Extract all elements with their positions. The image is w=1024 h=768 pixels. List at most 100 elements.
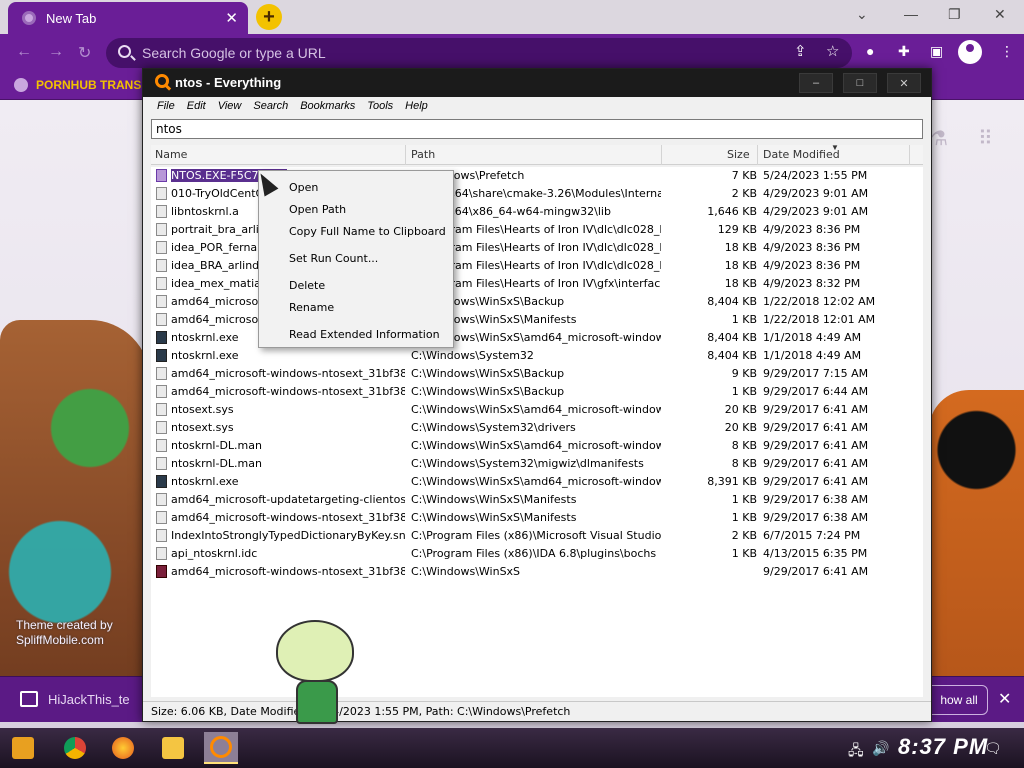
column-name[interactable]: Name	[155, 148, 187, 161]
minimize-icon[interactable]: —	[904, 6, 918, 22]
column-size[interactable]: Size	[727, 148, 750, 161]
extensions-puzzle-icon[interactable]: ✚	[898, 43, 910, 60]
ctx-open-path[interactable]: Open Path	[289, 203, 346, 216]
reload-icon[interactable]: ↻	[78, 43, 91, 63]
notifications-icon[interactable]: 🗨	[984, 740, 1002, 757]
taskbar-chrome[interactable]	[58, 732, 92, 764]
minimize-button[interactable]: –	[799, 73, 833, 93]
menu-edit[interactable]: Edit	[181, 97, 212, 117]
cell-name: amd64_microsoft-windows-ntosext_31bf3856…	[171, 367, 405, 380]
table-row[interactable]: ntoskrnl.exe C:\Windows\System32 8,404 KB 1…	[151, 347, 923, 365]
cell-name: ntosext.sys	[171, 421, 234, 434]
close-button[interactable]: ✕	[887, 73, 921, 93]
table-row[interactable]: amd64_microsoft-windows-ntosext_31bf3856…	[151, 365, 923, 383]
cell-name: IndexIntoStronglyTypedDictionaryByKey.sn…	[171, 529, 405, 542]
start-button[interactable]	[6, 732, 40, 764]
menu-help[interactable]: Help	[399, 97, 434, 117]
taskbar-firefox[interactable]	[106, 732, 140, 764]
table-row[interactable]: ntoskrnl-DL.man C:\Windows\System32\migwi…	[151, 455, 923, 473]
table-row[interactable]: ntosext.sys C:\Windows\System32\drivers 20…	[151, 419, 923, 437]
cell-date: 4/9/2023 8:36 PM	[763, 223, 861, 236]
menu-view[interactable]: View	[212, 97, 248, 117]
menu-file[interactable]: File	[151, 97, 181, 117]
show-all-button[interactable]: how all	[924, 685, 988, 715]
column-divider[interactable]	[909, 145, 910, 165]
ctx-read-extended-info[interactable]: Read Extended Information	[289, 328, 440, 341]
search-input[interactable]: ntos	[151, 119, 923, 139]
bookmark-item[interactable]: PORNHUB TRANS	[14, 78, 141, 92]
column-divider[interactable]	[405, 145, 406, 165]
restore-icon[interactable]: ❐	[948, 6, 961, 23]
file-icon	[156, 205, 167, 218]
ctx-delete[interactable]: Delete	[289, 279, 325, 292]
ctx-copy-full-name[interactable]: Copy Full Name to Clipboard	[289, 225, 446, 238]
taskbar-everything[interactable]	[204, 732, 238, 764]
tab-new-tab[interactable]: New Tab ✕	[8, 2, 248, 34]
ctx-rename[interactable]: Rename	[289, 301, 334, 314]
close-tab-icon[interactable]: ✕	[225, 9, 238, 27]
cell-date: 4/9/2023 8:32 PM	[763, 277, 861, 290]
column-divider[interactable]	[757, 145, 758, 165]
taskbar-clock[interactable]: 8:37 PM	[898, 734, 988, 760]
file-icon	[156, 169, 167, 182]
column-date[interactable]: Date Modified	[763, 148, 840, 161]
theme-credit[interactable]: Theme created by SpliffMobile.com	[16, 618, 113, 648]
bookmark-star-icon[interactable]: ☆	[826, 42, 839, 60]
profile-avatar[interactable]	[958, 40, 982, 64]
menu-bar: File Edit View Search Bookmarks Tools He…	[143, 97, 931, 117]
table-row[interactable]: ntoskrnl-DL.man C:\Windows\WinSxS\amd64_m…	[151, 437, 923, 455]
cell-path: C:\Windows\WinSxS\amd64_microsoft-window…	[411, 439, 661, 452]
ctx-set-run-count[interactable]: Set Run Count...	[289, 252, 378, 265]
table-row[interactable]: ntoskrnl.exe C:\Windows\WinSxS\amd64_micr…	[151, 473, 923, 491]
tab-title: New Tab	[46, 10, 97, 26]
cell-path: C:\Program Files (x86)\IDA 6.8\plugins\b…	[411, 547, 657, 560]
extension-avatar-icon[interactable]: ●	[866, 43, 874, 59]
table-row[interactable]: amd64_microsoft-windows-ntosext_31bf3856…	[151, 509, 923, 527]
back-icon[interactable]: ←	[16, 43, 32, 61]
theme-artwork-right	[929, 390, 1024, 690]
menu-tools[interactable]: Tools	[361, 97, 399, 117]
table-row[interactable]: api_ntoskrnl.idc C:\Program Files (x86)\I…	[151, 545, 923, 563]
table-row[interactable]: amd64_microsoft-windows-ntosext_31bf3856…	[151, 563, 923, 581]
window-titlebar[interactable]: ntos - Everything – □ ✕	[143, 69, 931, 97]
cell-date: 6/7/2015 7:24 PM	[763, 529, 861, 542]
cell-date: 9/29/2017 6:41 AM	[763, 565, 869, 578]
cell-date: 9/29/2017 6:44 AM	[763, 385, 869, 398]
window-title: ntos - Everything	[175, 75, 282, 90]
table-row[interactable]: IndexIntoStronglyTypedDictionaryByKey.sn…	[151, 527, 923, 545]
side-panel-icon[interactable]: ▣	[930, 43, 943, 60]
cell-size: 20 KB	[724, 421, 757, 434]
network-icon[interactable]: 🖧	[848, 740, 864, 764]
forward-icon[interactable]: →	[48, 43, 64, 61]
menu-dots-icon[interactable]: ⋮	[1000, 43, 1014, 60]
tab-search-icon[interactable]: ⌄	[856, 6, 868, 23]
column-divider[interactable]	[661, 145, 662, 165]
table-row[interactable]: ntosext.sys C:\Windows\WinSxS\amd64_micro…	[151, 401, 923, 419]
taskbar-explorer[interactable]	[156, 732, 190, 764]
everything-app-icon	[155, 74, 169, 88]
download-item-name[interactable]: HiJackThis_te	[48, 692, 130, 707]
table-row[interactable]: amd64_microsoft-updatetargeting-clientos…	[151, 491, 923, 509]
cell-size: 18 KB	[724, 241, 757, 254]
labs-flask-icon[interactable]: ⚗	[930, 126, 948, 151]
cell-date: 4/29/2023 9:01 AM	[763, 205, 869, 218]
cell-date: 9/29/2017 6:38 AM	[763, 493, 869, 506]
address-bar[interactable]: Search Google or type a URL	[106, 38, 852, 68]
file-icon	[156, 493, 167, 506]
volume-icon[interactable]: 🔊	[872, 740, 889, 757]
cell-date: 5/24/2023 1:55 PM	[763, 169, 868, 182]
share-icon[interactable]: ⇪	[794, 42, 807, 60]
column-path[interactable]: Path	[411, 148, 435, 161]
new-tab-button[interactable]: +	[256, 4, 282, 30]
menu-search[interactable]: Search	[247, 97, 294, 117]
close-bar-icon[interactable]: ✕	[998, 689, 1011, 709]
apps-grid-icon[interactable]: ⠿	[978, 126, 993, 151]
maximize-button[interactable]: □	[843, 73, 877, 93]
cell-name: amd64_microsoft-windows-ntosext_31bf3856…	[171, 385, 405, 398]
menu-bookmarks[interactable]: Bookmarks	[294, 97, 361, 117]
ctx-open[interactable]: Open	[289, 181, 318, 194]
cell-path: C:\Windows\WinSxS\amd64_microsoft-window…	[411, 403, 661, 416]
close-window-icon[interactable]: ✕	[994, 6, 1006, 23]
cell-date: 4/9/2023 8:36 PM	[763, 259, 861, 272]
table-row[interactable]: amd64_microsoft-windows-ntosext_31bf3856…	[151, 383, 923, 401]
